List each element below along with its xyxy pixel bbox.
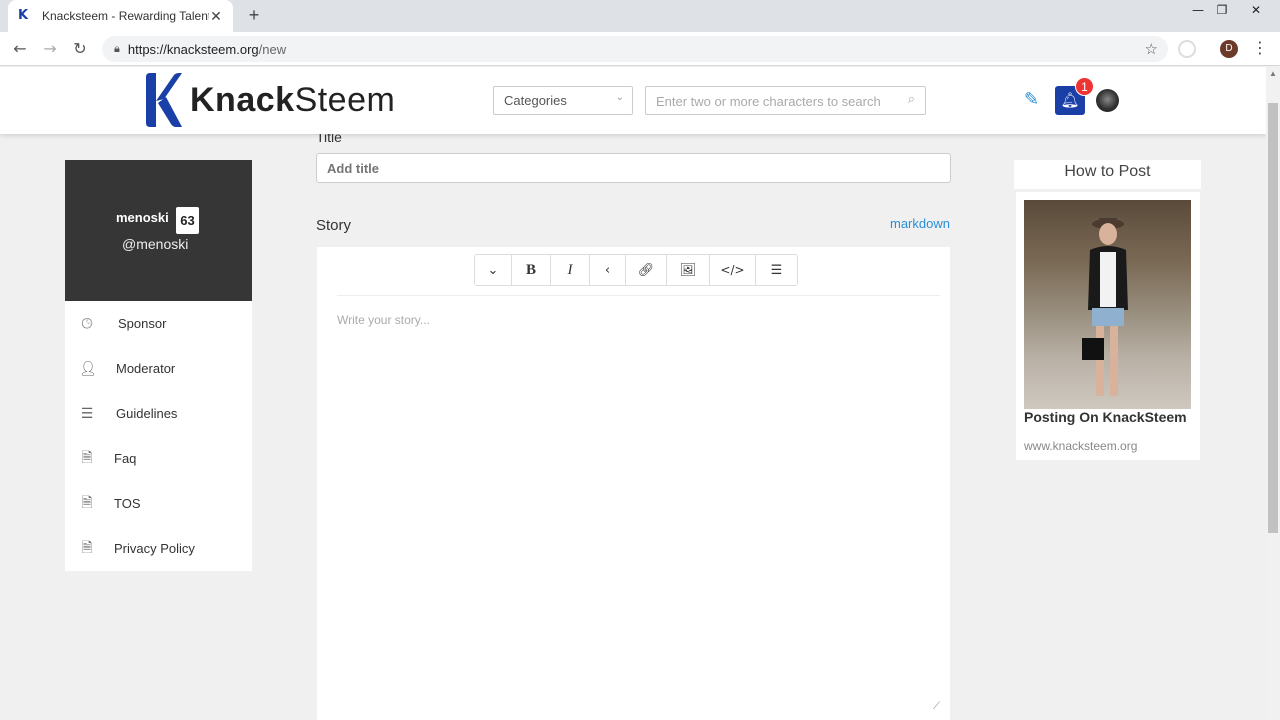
how-to-post-card[interactable]: Posting On KnackSteem www.knacksteem.org <box>1016 192 1200 460</box>
chevron-down-icon: ⌄ <box>615 92 624 103</box>
sidebar-item-privacy-policy[interactable]: 🗎 Privacy Policy <box>65 526 252 571</box>
italic-icon[interactable]: I <box>550 254 590 286</box>
quote-icon[interactable]: ‹ <box>589 254 626 286</box>
profile-handle[interactable]: @menoski <box>122 236 188 252</box>
profile-name[interactable]: menoski <box>116 210 169 225</box>
how-to-post-url: www.knacksteem.org <box>1024 439 1138 453</box>
user-icon: 👤︎ <box>79 360 97 377</box>
story-label: Story <box>316 217 352 234</box>
tab-title: Knacksteem - Rewarding Talent <box>42 9 209 23</box>
document-icon: 🗎 <box>81 494 93 511</box>
browser-profile-avatar[interactable]: D <box>1220 40 1238 58</box>
notification-count-badge: 1 <box>1075 77 1094 96</box>
sidebar-item-label: Privacy Policy <box>114 541 195 556</box>
categories-select-label: Categories <box>504 93 567 108</box>
sidebar-item-label: TOS <box>114 496 141 511</box>
how-to-post-image <box>1024 200 1191 409</box>
sidebar-item-tos[interactable]: 🗎 TOS <box>65 481 252 526</box>
sidebar-nav: 🕒︎ Sponsor 👤︎ Moderator ☰ Guidelines 🗎 F… <box>65 301 252 571</box>
scroll-up-icon[interactable]: ▲ <box>1269 69 1277 78</box>
address-bar[interactable]: 🔒︎ https://knacksteem.org/new ☆ <box>102 36 1168 62</box>
editor-divider <box>337 295 940 296</box>
markdown-link[interactable]: markdown <box>890 216 950 231</box>
lock-icon: 🔒︎ <box>114 42 120 55</box>
sidebar-item-sponsor[interactable]: 🕒︎ Sponsor <box>65 301 252 346</box>
story-editor[interactable]: ⌄ B I ‹ 🔗︎ 🖼︎ </> ☰ Write your story... … <box>317 247 950 720</box>
editor-toolbar: ⌄ B I ‹ 🔗︎ 🖼︎ </> ☰ <box>474 254 798 286</box>
new-tab-button[interactable]: + <box>244 5 264 25</box>
image-icon[interactable]: 🖼︎ <box>666 254 710 286</box>
bookmark-star-icon[interactable]: ☆ <box>1145 40 1158 58</box>
logo-wordmark: KnackSteem <box>190 80 396 119</box>
bold-icon[interactable]: B <box>511 254 551 286</box>
lines-icon: ☰ <box>80 405 94 422</box>
window-close-icon[interactable]: ✕ <box>1238 0 1274 24</box>
code-icon[interactable]: </> <box>709 254 756 286</box>
browser-tab[interactable]: K Knacksteem - Rewarding Talent ✕ <box>8 0 233 32</box>
extension-icon[interactable] <box>1178 40 1196 58</box>
search-icon[interactable]: ⌕ <box>908 92 915 107</box>
sidebar-item-moderator[interactable]: 👤︎ Moderator <box>65 346 252 391</box>
document-icon: 🗎 <box>81 539 93 556</box>
site-header: KnackSteem Categories ⌄ Enter two or mor… <box>0 67 1266 134</box>
bell-icon: 🔔︎ <box>1060 91 1080 109</box>
restore-icon[interactable]: ❐ <box>1208 0 1236 24</box>
tab-close-icon[interactable]: ✕ <box>209 8 223 25</box>
user-avatar[interactable] <box>1096 89 1119 112</box>
list-icon[interactable]: ☰ <box>755 254 798 286</box>
how-to-post-heading: How to Post <box>1014 160 1201 189</box>
sidebar-item-label: Moderator <box>116 361 176 376</box>
search-input[interactable]: Enter two or more characters to search ⌕ <box>645 86 926 115</box>
browser-tab-bar: K Knacksteem - Rewarding Talent ✕ + — ❐ … <box>0 0 1280 32</box>
reputation-badge: 63 <box>176 207 199 234</box>
browser-menu-icon[interactable]: ⋮ <box>1252 38 1268 57</box>
heading-dropdown-icon[interactable]: ⌄ <box>474 254 512 286</box>
sidebar-item-label: Sponsor <box>118 316 167 331</box>
title-input[interactable] <box>316 153 951 183</box>
how-to-post-title[interactable]: Posting On KnackSteem <box>1024 409 1187 425</box>
page: KnackSteem Categories ⌄ Enter two or mor… <box>0 67 1266 720</box>
story-placeholder: Write your story... <box>337 313 430 327</box>
clock-icon: 🕒︎ <box>81 315 93 332</box>
categories-select[interactable]: Categories ⌄ <box>493 86 633 115</box>
back-arrow-icon[interactable]: ← <box>10 39 30 59</box>
scrollbar-thumb[interactable] <box>1268 103 1278 533</box>
page-scrollbar[interactable]: ▲ <box>1266 67 1280 720</box>
sidebar-item-label: Guidelines <box>116 406 178 421</box>
reload-icon[interactable]: ↻ <box>70 39 90 59</box>
knacksteem-logo-icon <box>146 73 182 127</box>
url-text: https://knacksteem.org/new <box>127 41 287 57</box>
document-icon: 🗎 <box>81 449 93 466</box>
forward-arrow-icon[interactable]: → <box>40 39 60 59</box>
browser-toolbar: ← → ↻ 🔒︎ https://knacksteem.org/new ☆ <box>0 32 1280 66</box>
person-photo-icon <box>1082 218 1128 396</box>
link-icon[interactable]: 🔗︎ <box>625 254 667 286</box>
search-placeholder: Enter two or more characters to search <box>656 94 881 109</box>
sidebar-item-label: Faq <box>114 451 137 466</box>
write-post-pencil-icon[interactable]: ✎ <box>1024 89 1039 110</box>
knacksteem-favicon-icon: K <box>18 8 29 23</box>
resize-handle-icon[interactable]: ⟋ <box>933 701 940 712</box>
sidebar-item-faq[interactable]: 🗎 Faq <box>65 436 252 481</box>
knacksteem-logo[interactable]: KnackSteem <box>144 71 395 129</box>
sidebar-item-guidelines[interactable]: ☰ Guidelines <box>65 391 252 436</box>
profile-card: menoski 63 @menoski <box>65 160 252 301</box>
